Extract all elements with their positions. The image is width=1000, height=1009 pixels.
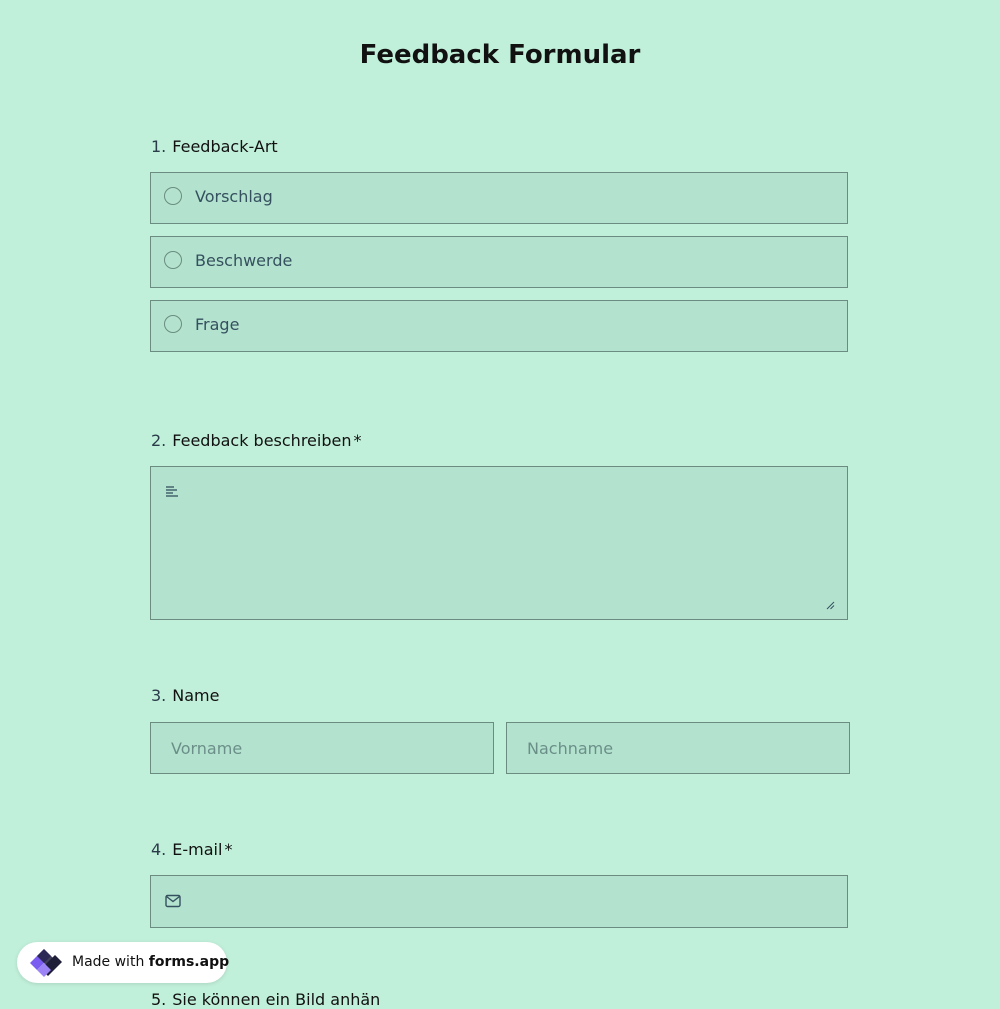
question-3-label: 3. Name bbox=[151, 686, 219, 705]
question-4-label: 4. E-mail * bbox=[151, 840, 232, 859]
form-title: Feedback Formular bbox=[359, 40, 641, 70]
question-number: 2. bbox=[151, 431, 167, 450]
question-1-label: 1. Feedback-Art bbox=[151, 137, 278, 156]
question-text: Feedback-Art bbox=[172, 137, 278, 156]
radio-button[interactable] bbox=[164, 187, 182, 205]
option-label: Frage bbox=[195, 315, 240, 334]
forms-app-logo-icon bbox=[30, 949, 62, 977]
mail-icon bbox=[165, 894, 181, 908]
feedback-textarea[interactable] bbox=[150, 466, 848, 620]
badge-brand: forms.app bbox=[148, 954, 230, 970]
required-mark: * bbox=[353, 431, 362, 450]
option-frage[interactable]: Frage bbox=[150, 300, 848, 352]
question-number: 4. bbox=[151, 840, 167, 859]
text-lines-icon bbox=[166, 486, 178, 497]
badge-prefix: Made with bbox=[72, 954, 149, 970]
first-name-input[interactable] bbox=[151, 723, 493, 773]
question-text: Feedback beschreiben bbox=[172, 431, 352, 450]
question-number: 3. bbox=[151, 686, 167, 705]
form-page: Feedback Formular 1. Feedback-Art Vorschl… bbox=[0, 0, 1000, 1009]
option-beschwerde[interactable]: Beschwerde bbox=[150, 236, 848, 288]
option-vorschlag[interactable]: Vorschlag bbox=[150, 172, 848, 224]
radio-button[interactable] bbox=[164, 251, 182, 269]
badge-text: Made with forms.app bbox=[72, 954, 229, 970]
required-mark: * bbox=[224, 840, 233, 859]
resize-handle-icon[interactable] bbox=[826, 601, 835, 610]
question-2-label: 2. Feedback beschreiben * bbox=[151, 431, 361, 450]
last-name-field[interactable] bbox=[506, 722, 850, 774]
email-field[interactable] bbox=[150, 875, 848, 928]
made-with-forms-app-badge[interactable]: Made with forms.app bbox=[17, 942, 229, 983]
question-text: Name bbox=[172, 686, 220, 705]
option-label: Beschwerde bbox=[195, 251, 293, 270]
first-name-field[interactable] bbox=[150, 722, 494, 774]
last-name-input[interactable] bbox=[507, 723, 849, 773]
question-text: E-mail bbox=[172, 840, 223, 859]
question-number: 1. bbox=[151, 137, 167, 156]
option-label: Vorschlag bbox=[195, 187, 273, 206]
radio-button[interactable] bbox=[164, 315, 182, 333]
